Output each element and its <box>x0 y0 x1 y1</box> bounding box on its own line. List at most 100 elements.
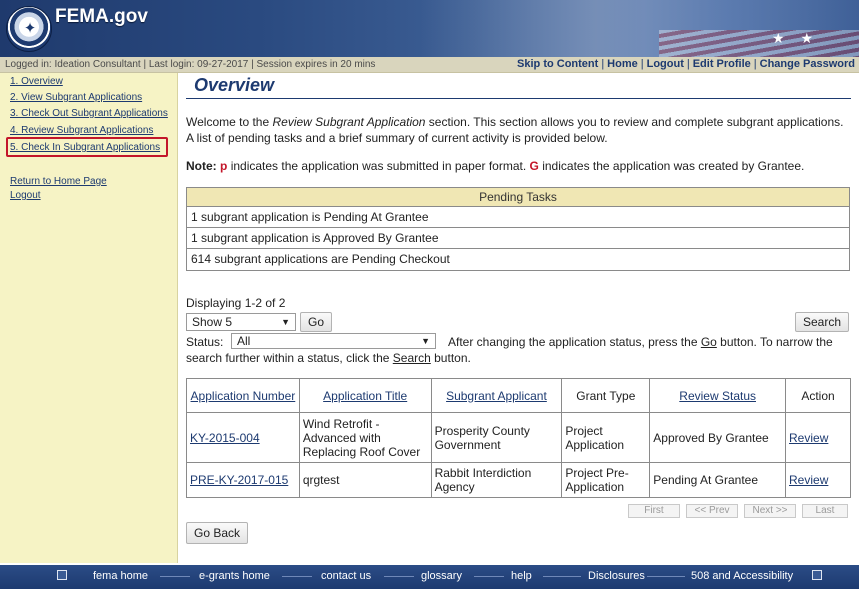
login-info: Logged in: Ideation Consultant | Last lo… <box>5 59 376 70</box>
home-link[interactable]: Home <box>607 58 638 70</box>
status-help-line1: After changing the application status, p… <box>448 335 833 349</box>
footer-divider <box>474 576 504 577</box>
intro-section-name: Review Subgrant Application <box>272 115 426 129</box>
sidebar-item-check-out[interactable]: 3. Check Out Subgrant Applications <box>10 108 168 119</box>
cell-number: PRE-KY-2017-015 <box>186 462 300 498</box>
cell-status: Pending At Grantee <box>649 462 787 498</box>
intro-text: Welcome to the Review Subgrant Applicati… <box>186 114 846 146</box>
go-button[interactable]: Go <box>300 312 332 332</box>
help-text-c: search further within a status, click th… <box>186 351 393 365</box>
search-button[interactable]: Search <box>795 312 849 332</box>
return-home-link[interactable]: Return to Home Page <box>10 176 107 187</box>
cell-status: Approved By Grantee <box>649 412 787 463</box>
cell-grant-type: Project Application <box>561 412 651 463</box>
footer-contact-link[interactable]: contact us <box>321 570 371 582</box>
cell-applicant: Prosperity County Government <box>430 412 563 463</box>
pager-next-button[interactable]: Next >> <box>744 504 796 518</box>
footer-right-icon <box>812 570 822 580</box>
sidebar-item-view[interactable]: 2. View Subgrant Applications <box>10 92 142 103</box>
note-text-b: indicates the application was created by… <box>538 159 805 173</box>
footer-fema-home-link[interactable]: fema home <box>93 570 148 582</box>
sort-application-number[interactable]: Application Number <box>191 389 296 403</box>
cell-action: Review <box>785 412 851 463</box>
help-text-a: After changing the application status, p… <box>448 335 701 349</box>
pager-first-button[interactable]: First <box>628 504 680 518</box>
logout-link[interactable]: Logout <box>647 58 684 70</box>
application-number-link[interactable]: KY-2015-004 <box>190 431 260 445</box>
footer-disclosures-link[interactable]: Disclosures <box>588 570 645 582</box>
eagle-icon: ✦ <box>23 20 37 37</box>
footer-glossary-link[interactable]: glossary <box>421 570 462 582</box>
site-header: ★ ★ ✦ FEMA.gov <box>0 0 859 57</box>
application-number-link[interactable]: PRE-KY-2017-015 <box>190 473 288 487</box>
utility-links: Skip to Content | Home | Logout | Edit Profile… <box>517 58 855 70</box>
skip-to-content-link[interactable]: Skip to Content <box>517 58 598 70</box>
sidebar-logout-link[interactable]: Logout <box>10 190 41 201</box>
page: { "header": { "brand": "FEMA.gov", "star… <box>0 0 859 589</box>
footer-divider <box>543 576 581 577</box>
col-grant-type: Grant Type <box>561 378 651 413</box>
sidebar-item-review[interactable]: 4. Review Subgrant Applications <box>10 125 153 136</box>
table-row: PRE-KY-2017-015 qrgtest Rabbit Interdict… <box>186 462 851 498</box>
cell-title: Wind Retrofit - Advanced with Replacing … <box>298 412 432 463</box>
status-bar: Logged in: Ideation Consultant | Last lo… <box>0 57 859 73</box>
col-review-status[interactable]: Review Status <box>649 378 787 413</box>
sort-review-status[interactable]: Review Status <box>679 389 756 403</box>
pending-task-row: 1 subgrant application is Pending At Gra… <box>187 207 849 228</box>
footer-divider <box>647 576 685 577</box>
status-select[interactable]: All ▼ <box>231 333 436 349</box>
sidebar-item-overview[interactable]: 1. Overview <box>10 76 63 87</box>
grantee-indicator: G <box>529 159 539 173</box>
page-title: Overview <box>194 75 275 95</box>
pending-task-row: 1 subgrant application is Approved By Gr… <box>187 228 849 249</box>
sidebar: 1. Overview 2. View Subgrant Application… <box>0 73 178 563</box>
note-label: Note: <box>186 159 217 173</box>
footer-divider <box>384 576 414 577</box>
result-count: Displaying 1-2 of 2 <box>186 296 286 310</box>
status-help-line2: search further within a status, click th… <box>186 351 471 365</box>
help-search-link[interactable]: Search <box>393 351 431 365</box>
site-brand[interactable]: FEMA.gov <box>55 6 148 28</box>
footer-divider <box>282 576 312 577</box>
review-link[interactable]: Review <box>789 431 828 445</box>
chevron-down-icon: ▼ <box>421 336 430 346</box>
help-text-d: button. <box>430 351 471 365</box>
table-row: KY-2015-004 Wind Retrofit - Advanced wit… <box>186 412 851 463</box>
page-size-select[interactable]: Show 5 ▼ <box>186 313 296 331</box>
footer-accessibility-link[interactable]: 508 and Accessibility <box>691 570 793 582</box>
chevron-down-icon: ▼ <box>281 317 290 327</box>
pending-task-row: 614 subgrant applications are Pending Ch… <box>191 252 450 266</box>
go-back-button[interactable]: Go Back <box>186 522 248 544</box>
cell-applicant: Rabbit Interdiction Agency <box>430 462 563 498</box>
help-go-link[interactable]: Go <box>701 335 717 349</box>
edit-profile-link[interactable]: Edit Profile <box>693 58 751 70</box>
footer-help-link[interactable]: help <box>511 570 532 582</box>
col-application-number[interactable]: Application Number <box>186 378 300 413</box>
footer-divider <box>160 576 190 577</box>
pager-last-button[interactable]: Last <box>802 504 848 518</box>
sort-application-title[interactable]: Application Title <box>323 389 407 403</box>
intro-text-a: Welcome to the <box>186 115 273 129</box>
dhs-seal-logo[interactable]: ✦ <box>6 6 52 52</box>
review-link[interactable]: Review <box>789 473 828 487</box>
col-subgrant-applicant[interactable]: Subgrant Applicant <box>430 378 563 413</box>
stars-decoration: ★ ★ <box>772 30 819 46</box>
footer-egrants-home-link[interactable]: e-grants home <box>199 570 270 582</box>
table-header-row: Application Number Application Title Sub… <box>186 378 851 413</box>
pending-tasks-table: Pending Tasks 1 subgrant application is … <box>186 187 850 271</box>
note-text-a: indicates the application was submitted … <box>227 159 530 173</box>
applications-table: Application Number Application Title Sub… <box>186 378 851 498</box>
sort-subgrant-applicant[interactable]: Subgrant Applicant <box>446 389 547 403</box>
site-footer: fema home e-grants home contact us gloss… <box>0 565 859 589</box>
change-password-link[interactable]: Change Password <box>760 58 855 70</box>
cell-action: Review <box>785 462 851 498</box>
col-application-title[interactable]: Application Title <box>298 378 432 413</box>
legend-note: Note: p indicates the application was su… <box>186 159 846 173</box>
pager-prev-button[interactable]: << Prev <box>686 504 738 518</box>
status-value: All <box>237 334 251 348</box>
status-label: Status: <box>186 335 224 349</box>
sidebar-item-check-in[interactable]: 5. Check In Subgrant Applications <box>10 142 160 153</box>
page-size-value: Show 5 <box>192 315 233 329</box>
col-action: Action <box>785 378 851 413</box>
help-text-b: button. To narrow the <box>716 335 833 349</box>
